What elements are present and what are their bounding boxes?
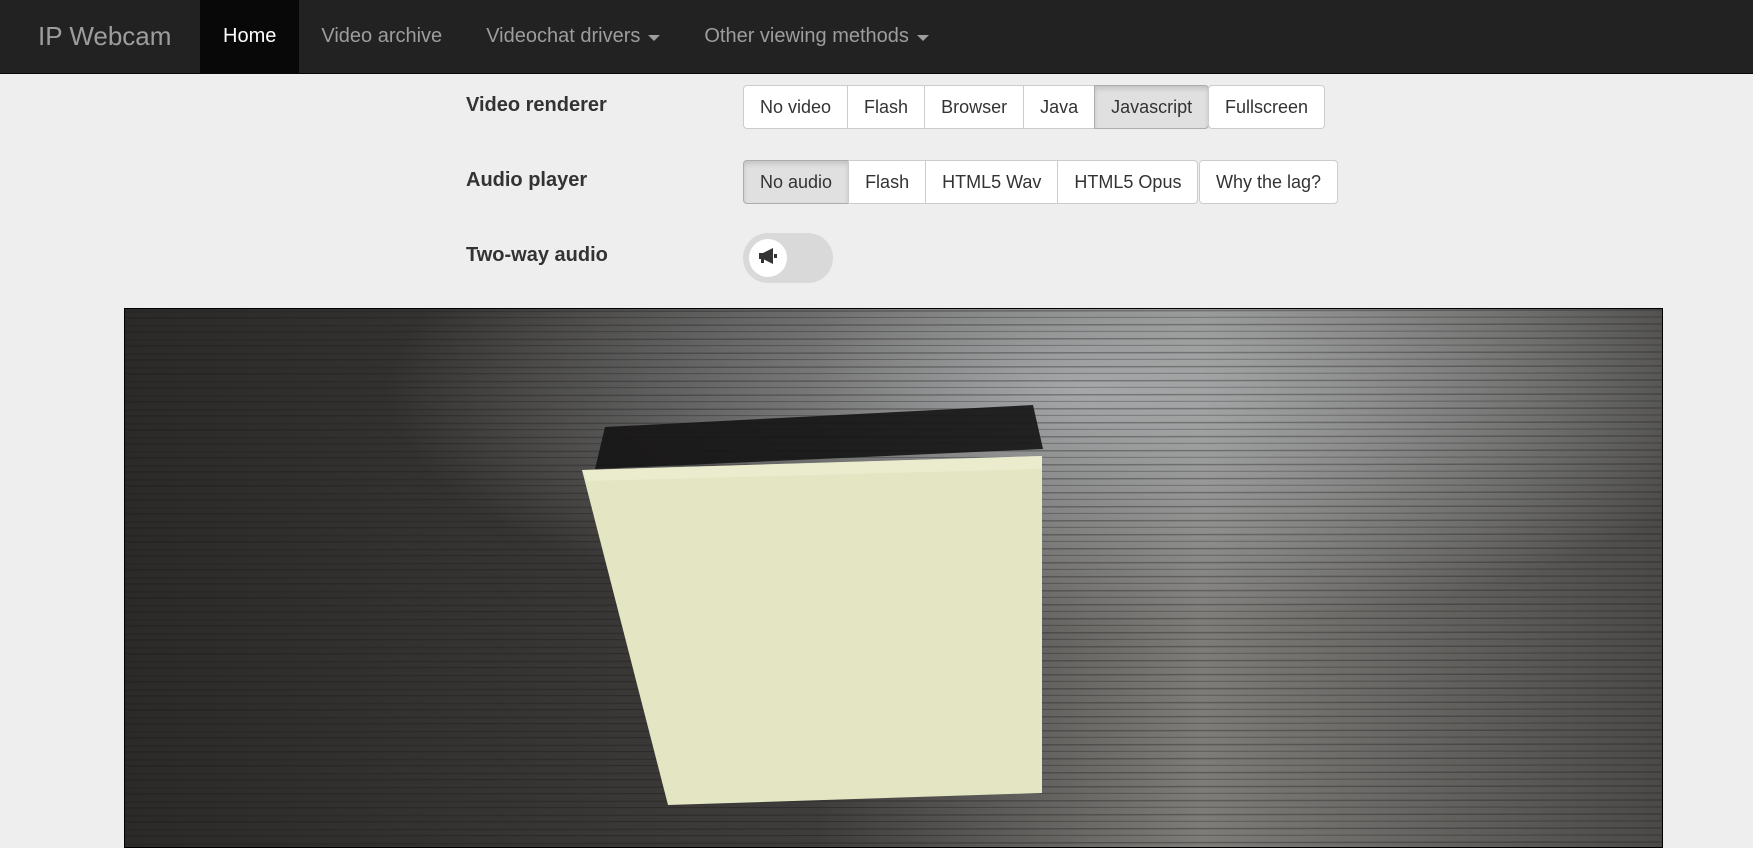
nav-other-viewing-methods[interactable]: Other viewing methods [682,0,951,73]
renderer-browser-button[interactable]: Browser [924,85,1025,129]
nav-videochat-drivers[interactable]: Videochat drivers [464,0,682,73]
audio-html5-wav-button[interactable]: HTML5 Wav [925,160,1059,204]
renderer-no-video-button[interactable]: No video [743,85,849,129]
audio-player-group: No audio Flash HTML5 Wav HTML5 Opus [743,160,1199,204]
audio-html5-opus-button[interactable]: HTML5 Opus [1057,160,1199,204]
video-feed [124,308,1663,848]
nav-video-archive-label: Video archive [321,25,443,47]
two-way-audio-label: Two-way audio [466,244,608,266]
video-renderer-label: Video renderer [466,94,607,116]
brand-logo[interactable]: IP Webcam [0,0,200,73]
renderer-java-button[interactable]: Java [1023,85,1096,129]
nav-videochat-drivers-label: Videochat drivers [486,25,641,47]
why-lag-group: Why the lag? [1199,160,1339,204]
top-navbar: IP Webcam Home Video archive Videochat d… [0,0,1753,74]
why-the-lag-button[interactable]: Why the lag? [1199,160,1339,204]
megaphone-icon [757,247,779,270]
audio-no-audio-button[interactable]: No audio [743,160,850,204]
nav-video-archive[interactable]: Video archive [299,0,464,73]
fullscreen-group: Fullscreen [1208,85,1326,129]
chevron-down-icon [916,34,929,41]
nav-home-label: Home [223,25,277,47]
nav-other-viewing-methods-label: Other viewing methods [704,25,909,47]
toggle-knob [749,239,787,277]
video-renderer-group: No video Flash Browser Java Javascript [743,85,1210,129]
renderer-javascript-button[interactable]: Javascript [1094,85,1210,129]
fullscreen-button[interactable]: Fullscreen [1208,85,1326,129]
two-way-audio-toggle[interactable] [743,233,833,283]
audio-player-label: Audio player [466,169,588,191]
renderer-flash-button[interactable]: Flash [847,85,926,129]
nav-home[interactable]: Home [200,0,300,73]
chevron-down-icon [648,34,661,41]
audio-flash-button[interactable]: Flash [848,160,927,204]
